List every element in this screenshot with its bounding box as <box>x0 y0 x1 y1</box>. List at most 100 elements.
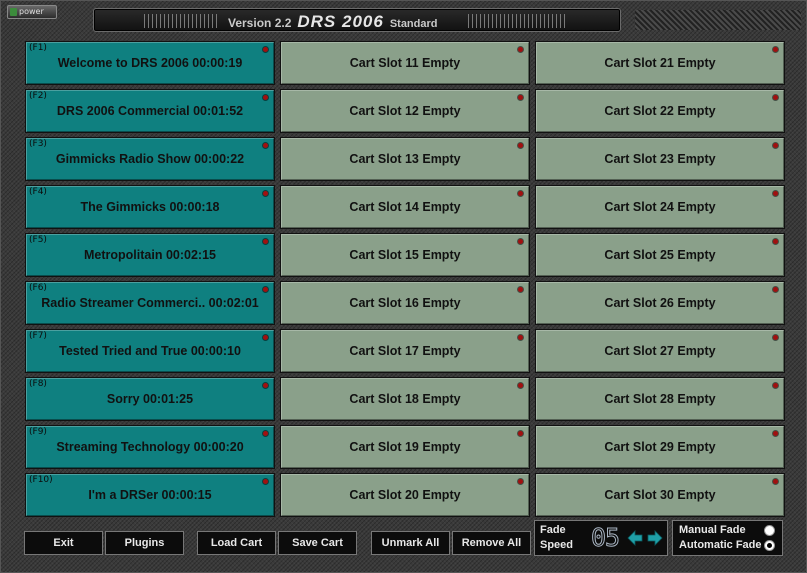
cart-slot[interactable]: (F9) Streaming Technology 00:00:20 <box>25 425 275 469</box>
cart-slot[interactable]: (F5) Metropolitain 00:02:15 <box>25 233 275 277</box>
cart-status-led-icon <box>518 47 523 52</box>
power-icon <box>10 8 17 16</box>
cart-hotkey-label: (F3) <box>29 139 47 149</box>
cart-label: Metropolitain 00:02:15 <box>84 248 216 262</box>
cart-status-led-icon <box>773 239 778 244</box>
cart-label: I'm a DRSer 00:00:15 <box>88 488 212 502</box>
cart-slot[interactable]: (F2) DRS 2006 Commercial 00:01:52 <box>25 89 275 133</box>
power-button[interactable]: power <box>7 5 57 19</box>
automatic-fade-option[interactable]: Automatic Fade <box>679 539 779 553</box>
cart-label: Cart Slot 19 Empty <box>349 440 461 454</box>
cart-status-led-icon <box>773 335 778 340</box>
cart-status-led-icon <box>518 95 523 100</box>
edition-label: Standard <box>389 18 438 30</box>
save-cart-button[interactable]: Save Cart <box>278 531 357 555</box>
app-title: Version 2.2 DRS 2006 Standard <box>228 12 438 31</box>
cart-slot[interactable]: Cart Slot 18 Empty <box>280 377 530 421</box>
cart-slot[interactable]: Cart Slot 25 Empty <box>535 233 785 277</box>
automatic-fade-radio[interactable] <box>764 540 775 551</box>
unmark-all-button[interactable]: Unmark All <box>371 531 450 555</box>
remove-all-button[interactable]: Remove All <box>452 531 531 555</box>
fade-speed-display: 05 <box>591 523 621 553</box>
cart-slot[interactable]: Cart Slot 13 Empty <box>280 137 530 181</box>
grille-decoration <box>144 14 218 28</box>
cart-slot[interactable]: (F7) Tested Tried and True 00:00:10 <box>25 329 275 373</box>
header-decoration <box>635 10 801 30</box>
cart-status-led-icon <box>773 143 778 148</box>
cart-hotkey-label: (F4) <box>29 187 47 197</box>
load-cart-button[interactable]: Load Cart <box>197 531 276 555</box>
cart-status-led-icon <box>773 287 778 292</box>
manual-fade-radio[interactable] <box>764 525 775 536</box>
cart-label: Cart Slot 17 Empty <box>349 344 461 358</box>
cart-status-led-icon <box>263 383 268 388</box>
cart-slot[interactable]: Cart Slot 22 Empty <box>535 89 785 133</box>
cart-slot[interactable]: Cart Slot 19 Empty <box>280 425 530 469</box>
plugins-button[interactable]: Plugins <box>105 531 184 555</box>
cart-status-led-icon <box>773 95 778 100</box>
cart-hotkey-label: (F2) <box>29 91 47 101</box>
cart-slot[interactable]: Cart Slot 30 Empty <box>535 473 785 517</box>
cart-status-led-icon <box>263 47 268 52</box>
arrow-right-icon[interactable] <box>647 530 663 546</box>
cart-slot[interactable]: Cart Slot 16 Empty <box>280 281 530 325</box>
cart-status-led-icon <box>773 191 778 196</box>
cart-label: Cart Slot 18 Empty <box>349 392 461 406</box>
cart-label: Cart Slot 30 Empty <box>604 488 716 502</box>
cart-slot[interactable]: Cart Slot 14 Empty <box>280 185 530 229</box>
cart-label: Sorry 00:01:25 <box>106 392 194 406</box>
cart-label: Cart Slot 29 Empty <box>604 440 716 454</box>
cart-slot[interactable]: Cart Slot 11 Empty <box>280 41 530 85</box>
cart-label: The Gimmicks 00:00:18 <box>80 200 220 214</box>
cart-status-led-icon <box>263 335 268 340</box>
cart-label: Cart Slot 24 Empty <box>604 200 716 214</box>
cart-status-led-icon <box>518 239 523 244</box>
cart-label: Cart Slot 12 Empty <box>349 104 461 118</box>
cart-label: Cart Slot 14 Empty <box>349 200 461 214</box>
cart-label: Cart Slot 20 Empty <box>349 488 461 502</box>
cart-slot[interactable]: Cart Slot 26 Empty <box>535 281 785 325</box>
exit-button[interactable]: Exit <box>24 531 103 555</box>
cart-status-led-icon <box>263 287 268 292</box>
cart-status-led-icon <box>773 47 778 52</box>
grille-decoration <box>468 14 568 28</box>
cart-hotkey-label: (F1) <box>29 43 47 53</box>
cart-status-led-icon <box>263 191 268 196</box>
cart-slot[interactable]: Cart Slot 27 Empty <box>535 329 785 373</box>
cart-slot[interactable]: Cart Slot 20 Empty <box>280 473 530 517</box>
cart-slot[interactable]: Cart Slot 21 Empty <box>535 41 785 85</box>
cart-status-led-icon <box>773 383 778 388</box>
cart-slot[interactable]: Cart Slot 24 Empty <box>535 185 785 229</box>
power-label: power <box>19 7 44 16</box>
arrow-left-icon[interactable] <box>627 530 643 546</box>
cart-label: Cart Slot 21 Empty <box>604 56 716 70</box>
cart-status-led-icon <box>263 143 268 148</box>
cart-status-led-icon <box>518 191 523 196</box>
cart-slot[interactable]: (F8) Sorry 00:01:25 <box>25 377 275 421</box>
cart-label: Gimmicks Radio Show 00:00:22 <box>55 152 245 166</box>
cart-status-led-icon <box>263 239 268 244</box>
cart-slot[interactable]: (F10) I'm a DRSer 00:00:15 <box>25 473 275 517</box>
cart-slot[interactable]: Cart Slot 29 Empty <box>535 425 785 469</box>
cart-label: Streaming Technology 00:00:20 <box>56 440 244 454</box>
cart-status-led-icon <box>263 479 268 484</box>
cart-hotkey-label: (F8) <box>29 379 47 389</box>
cart-slot[interactable]: Cart Slot 28 Empty <box>535 377 785 421</box>
cart-status-led-icon <box>518 335 523 340</box>
cart-label: Cart Slot 13 Empty <box>349 152 461 166</box>
cart-slot[interactable]: (F4) The Gimmicks 00:00:18 <box>25 185 275 229</box>
cart-status-led-icon <box>773 479 778 484</box>
cart-slot[interactable]: (F3) Gimmicks Radio Show 00:00:22 <box>25 137 275 181</box>
cart-slot[interactable]: (F1) Welcome to DRS 2006 00:00:19 <box>25 41 275 85</box>
cart-slot[interactable]: Cart Slot 17 Empty <box>280 329 530 373</box>
cart-label: Cart Slot 23 Empty <box>604 152 716 166</box>
cart-slot[interactable]: Cart Slot 12 Empty <box>280 89 530 133</box>
product-name: DRS 2006 <box>297 12 384 31</box>
automatic-fade-label: Automatic Fade <box>679 539 762 551</box>
manual-fade-option[interactable]: Manual Fade <box>679 524 779 538</box>
cart-slot[interactable]: Cart Slot 23 Empty <box>535 137 785 181</box>
cart-slot[interactable]: (F6) Radio Streamer Commerci.. 00:02:01 <box>25 281 275 325</box>
cart-label: Cart Slot 25 Empty <box>604 248 716 262</box>
cart-slot[interactable]: Cart Slot 15 Empty <box>280 233 530 277</box>
fade-speed-panel: Fade Speed 05 <box>534 520 668 556</box>
